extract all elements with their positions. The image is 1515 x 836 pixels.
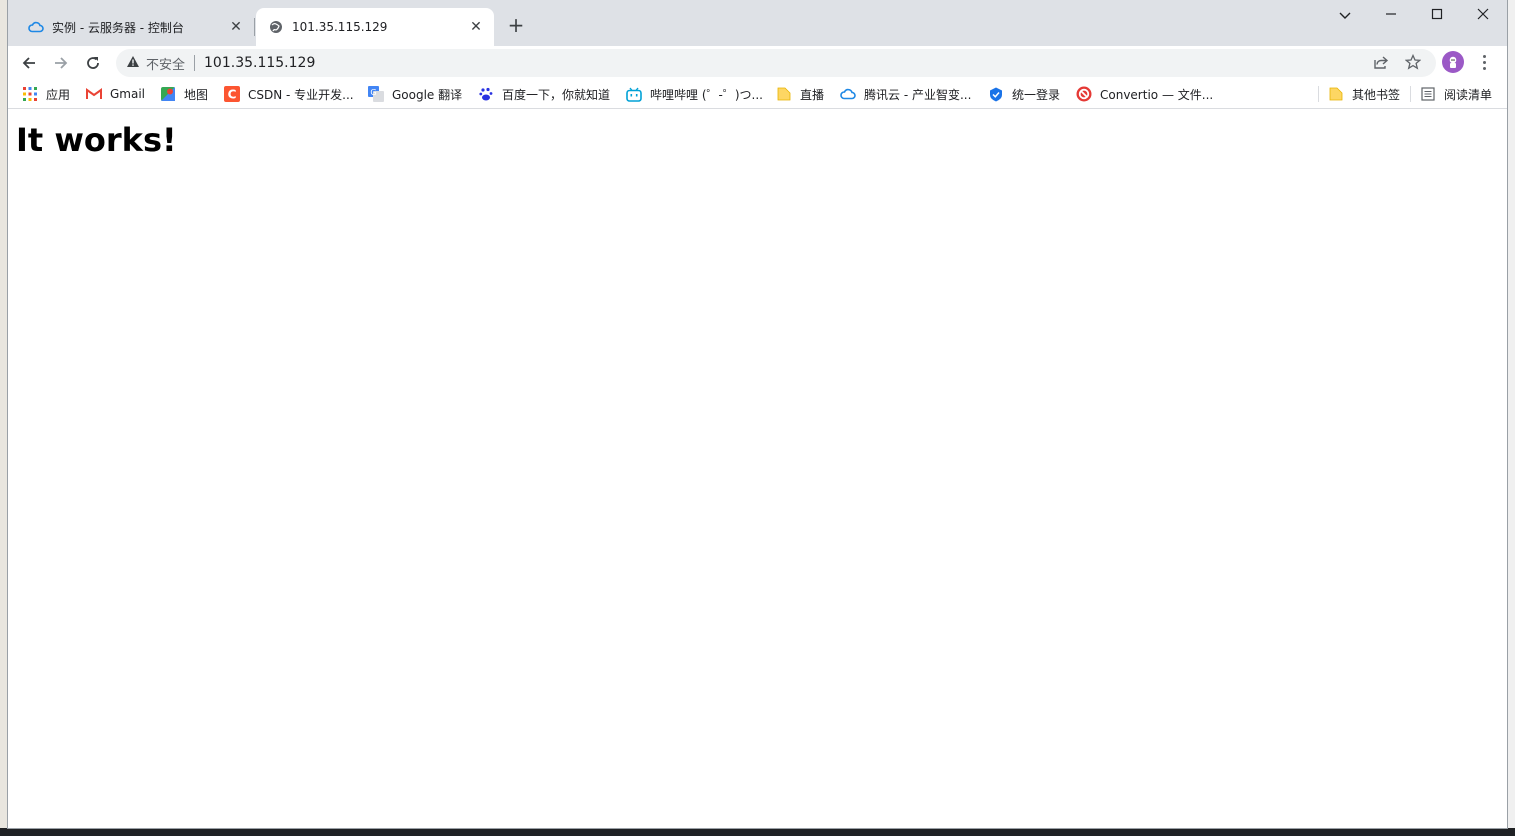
bookmarks-bar: 应用 Gmail 地图 C CSDN - 专业开发... G Google 翻译 [8, 80, 1507, 109]
page-content: It works! [8, 109, 1507, 828]
desktop-background-left [0, 0, 8, 836]
close-window-icon[interactable] [1460, 4, 1506, 28]
bookmark-bilibili[interactable]: 哔哩哔哩 (゜-゜)つ... [626, 84, 763, 104]
cloud-icon [28, 19, 44, 35]
bookmark-other-folder[interactable]: 其他书签 [1328, 84, 1400, 104]
bookmark-label: 腾讯云 - 产业智变... [864, 87, 972, 102]
tab-title: 实例 - 云服务器 - 控制台 [52, 20, 184, 35]
csdn-icon: C [224, 86, 240, 102]
bookmark-label: 应用 [46, 87, 71, 102]
bookmark-label: CSDN - 专业开发... [248, 87, 354, 102]
bookmark-label: 其他书签 [1352, 87, 1401, 102]
bookmark-google-translate[interactable]: G Google 翻译 [368, 84, 462, 104]
tab-separator [254, 18, 255, 36]
convertio-icon [1076, 86, 1092, 102]
minimize-icon[interactable] [1368, 4, 1414, 28]
warning-icon[interactable] [126, 55, 140, 72]
tab-search-chevron-icon[interactable] [1322, 4, 1368, 28]
bookmark-label: 阅读清单 [1444, 87, 1493, 102]
tab-strip: 实例 - 云服务器 - 控制台 ✕ 101.35.115.129 ✕ + [8, 0, 1507, 46]
apps-grid-icon [22, 86, 38, 102]
tab-instance-console[interactable]: 实例 - 云服务器 - 控制台 ✕ [16, 8, 254, 46]
reload-icon[interactable] [80, 50, 106, 76]
security-status[interactable]: 不安全 [146, 54, 185, 73]
bookmark-unified-login[interactable]: 统一登录 [988, 84, 1060, 104]
reading-list-icon [1420, 86, 1436, 102]
folder-icon [776, 86, 792, 102]
share-icon[interactable] [1370, 51, 1392, 73]
bookmark-label: Google 翻译 [392, 87, 463, 102]
omnibox-divider [194, 55, 196, 71]
maximize-icon[interactable] [1414, 4, 1460, 28]
bookmark-star-icon[interactable] [1402, 51, 1424, 73]
baidu-icon [478, 86, 494, 102]
bookmark-label: Gmail [110, 87, 146, 101]
url-text[interactable]: 101.35.115.129 [204, 55, 315, 71]
desktop-background-right [1507, 0, 1515, 836]
maps-icon [160, 86, 176, 102]
bookmark-label: 直播 [800, 87, 825, 102]
bookmark-tencent-cloud[interactable]: 腾讯云 - 产业智变... [840, 84, 971, 104]
bookmarks-divider [1410, 86, 1411, 102]
page-heading: It works! [16, 121, 177, 159]
more-menu-icon[interactable] [1476, 50, 1492, 74]
back-arrow-icon[interactable] [16, 50, 42, 76]
globe-icon [268, 19, 284, 35]
bookmark-label: 哔哩哔哩 (゜-゜)つ... [650, 87, 763, 102]
shield-icon [988, 86, 1004, 102]
bookmark-label: 百度一下，你就知道 [502, 87, 611, 102]
gmail-icon [86, 86, 102, 102]
translate-icon: G [368, 86, 384, 102]
close-tab-icon[interactable]: ✕ [468, 19, 484, 35]
profile-avatar[interactable] [1442, 51, 1464, 73]
tab-active-page[interactable]: 101.35.115.129 ✕ [256, 8, 494, 46]
bookmark-gmail[interactable]: Gmail [86, 84, 145, 104]
reading-list-button[interactable]: 阅读清单 [1420, 84, 1492, 104]
close-tab-icon[interactable]: ✕ [228, 19, 244, 35]
bookmark-folder-live[interactable]: 直播 [776, 84, 824, 104]
browser-window: 实例 - 云服务器 - 控制台 ✕ 101.35.115.129 ✕ + 不安全… [8, 0, 1507, 828]
bilibili-icon [626, 86, 642, 102]
svg-text:G: G [370, 88, 376, 97]
bookmark-baidu[interactable]: 百度一下，你就知道 [478, 84, 610, 104]
bookmark-convertio[interactable]: Convertio — 文件... [1076, 84, 1213, 104]
bookmark-label: 统一登录 [1012, 87, 1061, 102]
forward-arrow-icon[interactable] [48, 50, 74, 76]
address-bar[interactable]: 不安全 101.35.115.129 [116, 49, 1436, 77]
svg-text:C: C [228, 88, 237, 102]
browser-toolbar: 不安全 101.35.115.129 [8, 46, 1507, 80]
bookmark-label: 地图 [184, 87, 209, 102]
new-tab-button[interactable]: + [504, 14, 528, 38]
folder-icon [1328, 86, 1344, 102]
bookmarks-divider [1318, 86, 1319, 102]
bookmark-csdn[interactable]: C CSDN - 专业开发... [224, 84, 354, 104]
bookmark-apps[interactable]: 应用 [22, 84, 70, 104]
bookmark-maps[interactable]: 地图 [160, 84, 208, 104]
desktop-taskbar-strip [0, 828, 1515, 836]
tab-title: 101.35.115.129 [292, 20, 388, 34]
bookmark-label: Convertio — 文件... [1100, 87, 1214, 102]
cloud-icon [840, 86, 856, 102]
